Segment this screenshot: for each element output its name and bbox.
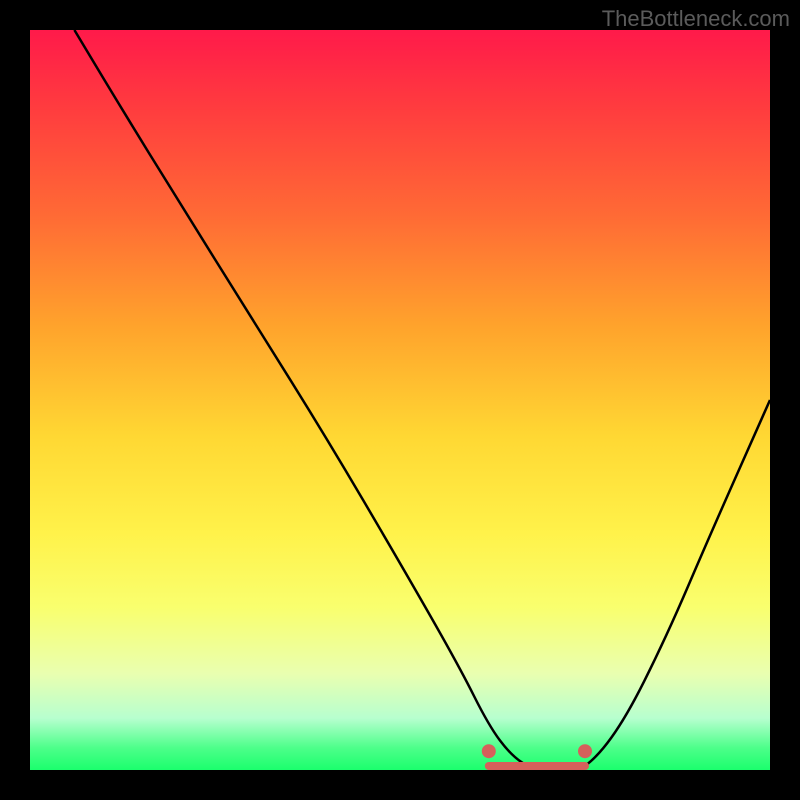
flat-region-end-marker — [578, 744, 592, 758]
bottleneck-curve-svg — [30, 30, 770, 770]
flat-region-start-marker — [482, 744, 496, 758]
watermark-text: TheBottleneck.com — [602, 6, 790, 32]
chart-plot-area — [30, 30, 770, 770]
bottleneck-curve-line — [74, 30, 770, 770]
